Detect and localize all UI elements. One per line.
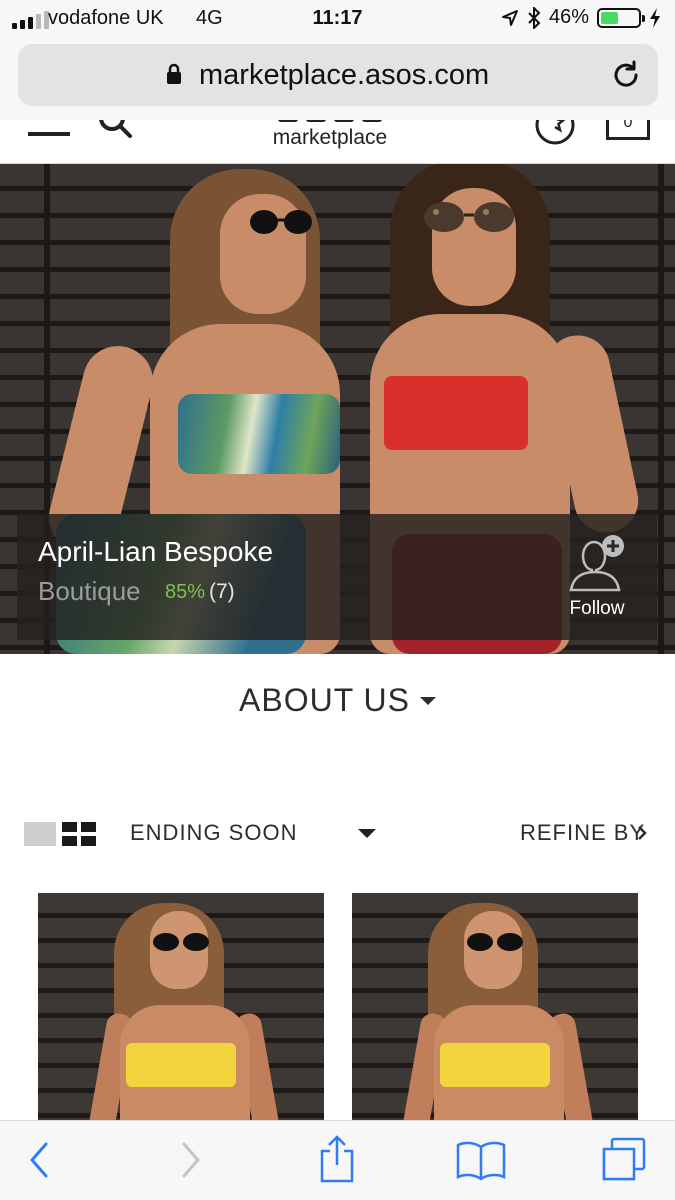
bag-icon[interactable]: 0	[606, 120, 650, 140]
bluetooth-icon	[528, 6, 541, 29]
shop-name: April-Lian Bespoke	[38, 536, 274, 567]
about-us-label: ABOUT US	[239, 682, 410, 718]
tabs-icon[interactable]	[600, 1137, 648, 1183]
product-card[interactable]	[38, 893, 324, 1123]
url-text[interactable]: marketplace.asos.com	[199, 59, 489, 92]
forward-icon[interactable]	[180, 1141, 202, 1179]
follow-button[interactable]: Follow	[557, 534, 637, 624]
browser-address-area: marketplace.asos.com	[0, 38, 675, 120]
follow-person-icon	[569, 535, 624, 592]
about-us-toggle[interactable]: ABOUT US	[0, 682, 675, 719]
network-type: 4G	[196, 7, 223, 29]
back-icon[interactable]	[28, 1141, 50, 1179]
caret-down-icon	[420, 696, 436, 705]
refine-button[interactable]: REFINE BY	[520, 820, 645, 846]
sort-select[interactable]: ENDING SOON	[130, 820, 297, 846]
site-header: marketplace 0	[0, 120, 675, 164]
battery-fill	[601, 11, 618, 24]
shop-info-card: April-Lian Bespoke Boutique 85% (7) Foll…	[17, 514, 657, 640]
saved-items-icon[interactable]	[534, 120, 576, 146]
bag-count: 0	[623, 120, 633, 131]
shop-rating: 85%	[165, 581, 206, 603]
shop-review-count[interactable]: (7)	[209, 580, 235, 604]
product-image	[440, 1043, 550, 1087]
product-image	[126, 1043, 236, 1087]
battery-percent: 46%	[548, 6, 589, 28]
location-icon	[501, 9, 518, 26]
status-bar: vodafone UK 4G 11:17 46%	[0, 0, 675, 38]
browser-toolbar	[0, 1120, 675, 1200]
sort-caret-icon[interactable]	[358, 829, 376, 838]
battery-icon	[597, 7, 645, 28]
follow-label: Follow	[569, 598, 625, 619]
share-icon[interactable]	[318, 1135, 356, 1183]
shop-type: Boutique	[38, 576, 141, 606]
shop-hero-banner: April-Lian Bespoke Boutique 85% (7) Foll…	[0, 164, 675, 654]
carrier-name: vodafone UK	[48, 7, 164, 29]
lock-icon	[167, 63, 181, 84]
list-view-icon[interactable]	[24, 822, 56, 846]
bookmarks-icon[interactable]	[456, 1139, 506, 1181]
chevron-right-icon[interactable]	[637, 826, 647, 840]
view-toggle	[24, 822, 96, 846]
charging-icon	[650, 7, 660, 28]
grid-view-icon[interactable]	[62, 822, 96, 846]
reload-icon[interactable]	[610, 59, 642, 91]
signal-icon	[12, 11, 49, 29]
product-card[interactable]	[352, 893, 638, 1123]
address-bar[interactable]: marketplace.asos.com	[18, 44, 658, 106]
